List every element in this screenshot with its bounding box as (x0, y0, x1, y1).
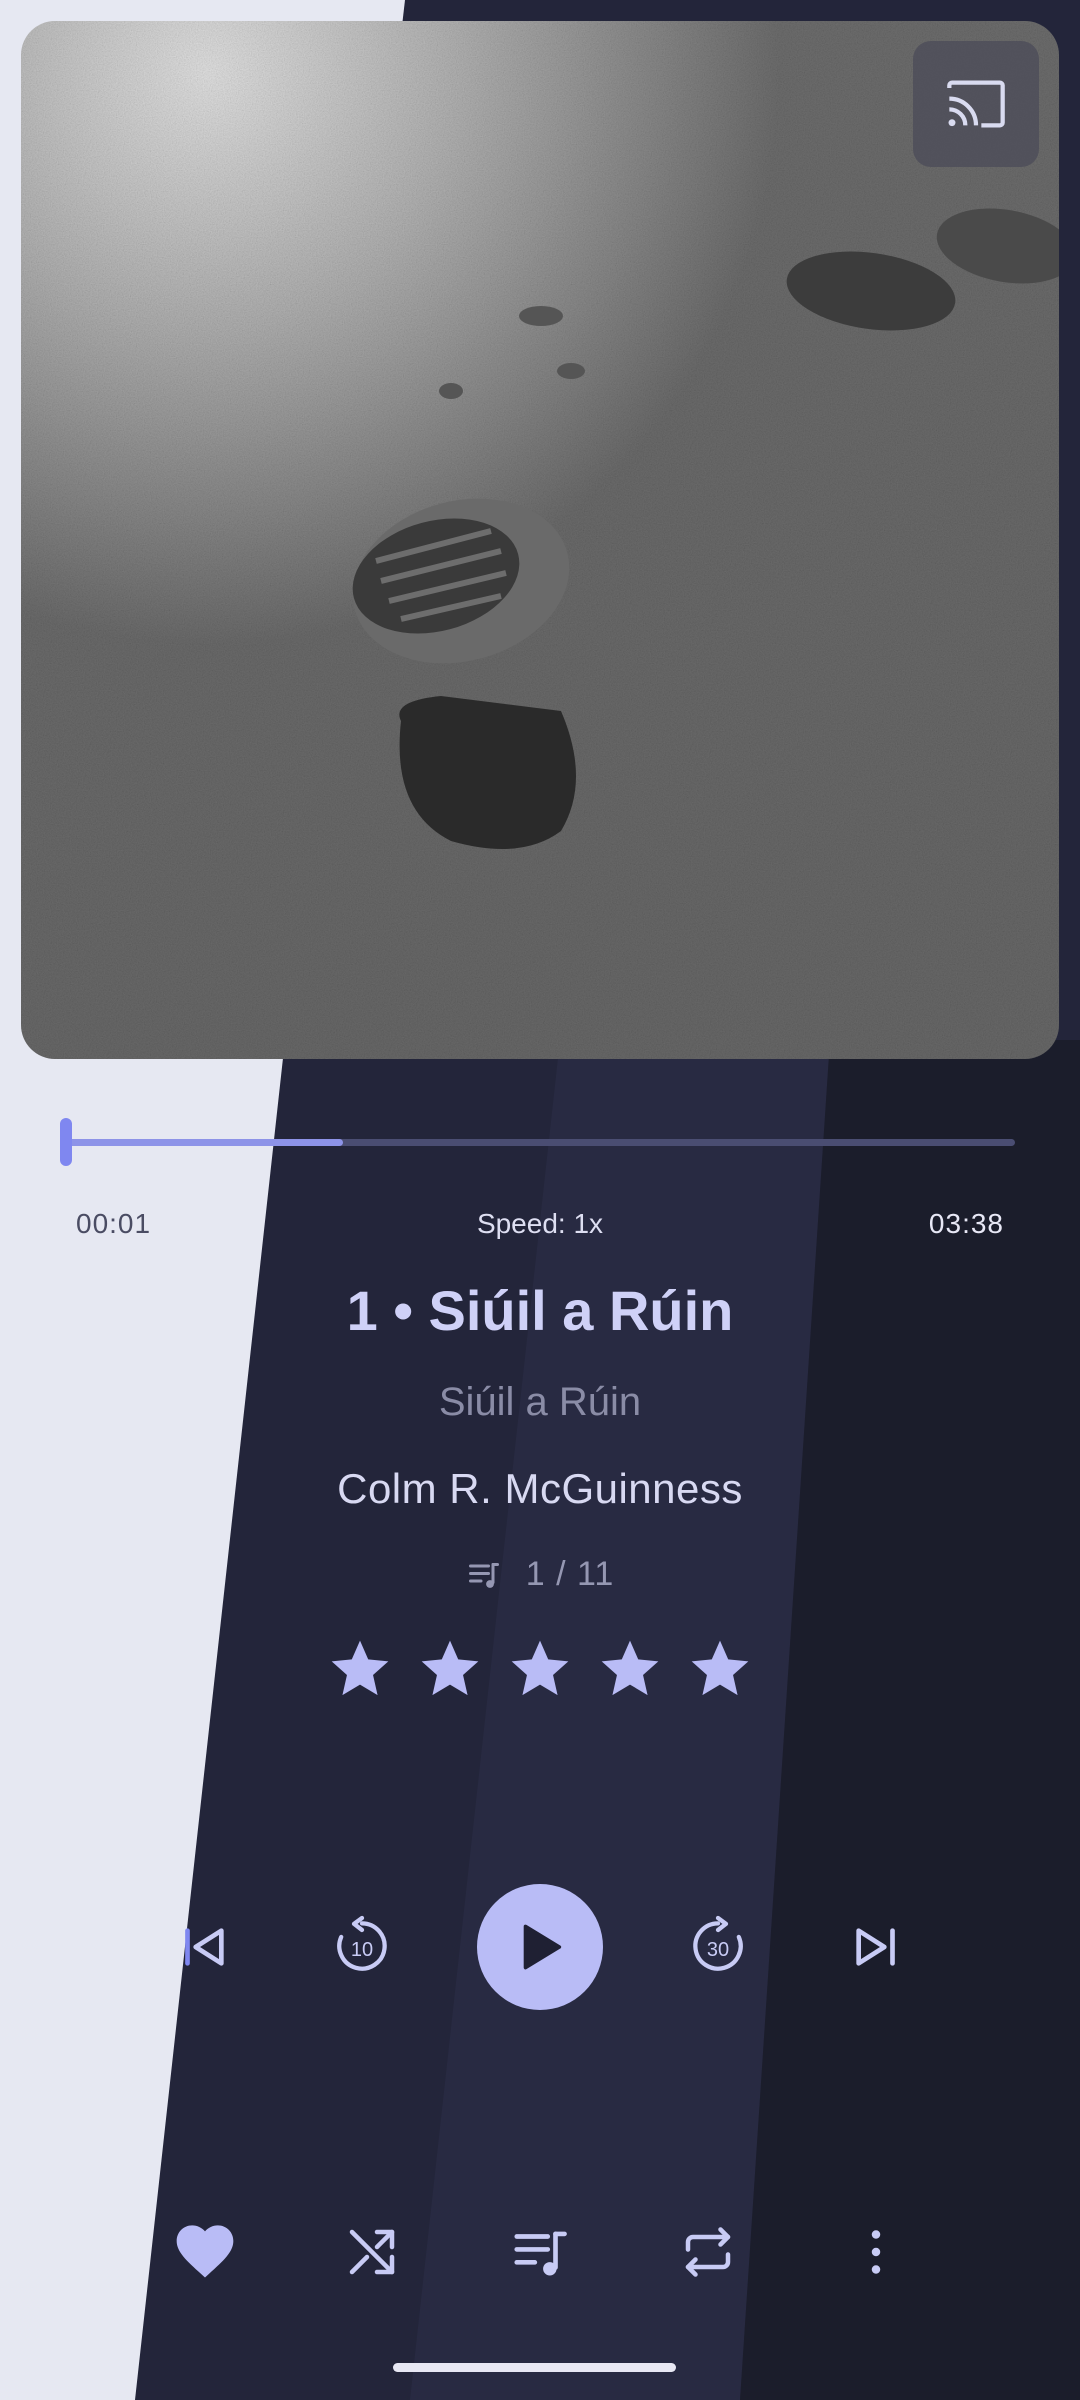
skip-next-icon (856, 1928, 895, 1966)
replay-10-icon: 10 (337, 1915, 387, 1971)
queue-position-text: 1 / 11 (525, 1555, 615, 1593)
skip-previous-icon (185, 1928, 224, 1966)
speed-button[interactable]: Speed: 1x (0, 1208, 1080, 1240)
star-1-icon[interactable] (326, 1635, 394, 1703)
artist-name[interactable]: Colm R. McGuinness (0, 1465, 1080, 1513)
playlist-music-icon (468, 1562, 499, 1588)
home-indicator[interactable] (393, 2363, 676, 2372)
repeat-button[interactable] (668, 2212, 748, 2292)
seek-thumb[interactable] (60, 1118, 72, 1166)
track-title: 1 • Siúil a Rúin (346, 1279, 734, 1342)
queue-position: 1 / 11 (0, 1555, 1080, 1594)
heart-icon (176, 2225, 234, 2278)
star-2-icon[interactable] (416, 1635, 484, 1703)
seek-buffer (65, 1139, 343, 1146)
queue-button[interactable] (500, 2212, 580, 2292)
previous-button[interactable] (165, 1914, 245, 1980)
queue-music-icon (514, 2231, 567, 2276)
total-time: 03:38 (928, 1208, 1004, 1239)
favorite-button[interactable] (165, 2212, 245, 2292)
more-options-button[interactable] (836, 2212, 916, 2292)
album-name: Siúil a Rúin (438, 1380, 642, 1424)
forward-30-button[interactable]: 30 (678, 1906, 758, 1986)
svg-text:30: 30 (707, 1939, 729, 1961)
forward-30-icon: 30 (693, 1915, 743, 1971)
next-button[interactable] (835, 1914, 915, 1980)
rewind-10-button[interactable]: 10 (322, 1906, 402, 1986)
more-vertical-icon (871, 2230, 881, 2274)
star-3-icon[interactable] (506, 1635, 574, 1703)
svg-text:10: 10 (351, 1939, 373, 1961)
star-4-icon[interactable] (596, 1635, 664, 1703)
shuffle-icon (349, 2229, 395, 2275)
play-icon (523, 1924, 562, 1970)
cast-button[interactable] (913, 41, 1039, 167)
album-art (21, 21, 1059, 1059)
rating-stars[interactable] (0, 1635, 1080, 1703)
repeat-icon (685, 2227, 731, 2277)
shuffle-button[interactable] (332, 2212, 412, 2292)
seek-bar[interactable] (60, 1118, 1015, 1166)
play-button[interactable] (477, 1884, 603, 2010)
footprints-in-sand-image (21, 21, 1059, 1059)
star-5-icon[interactable] (686, 1635, 754, 1703)
cast-icon (947, 80, 1005, 128)
